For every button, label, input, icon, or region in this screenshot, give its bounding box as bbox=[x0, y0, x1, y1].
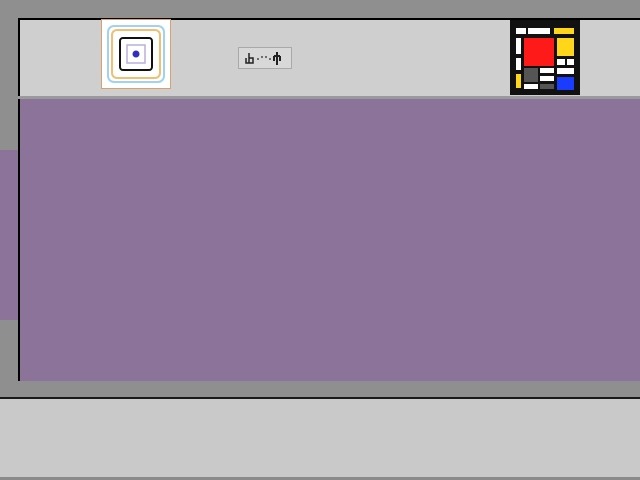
figure-dots-icon bbox=[245, 52, 281, 65]
target-icon bbox=[107, 25, 165, 83]
mondrian-grid-icon bbox=[510, 20, 580, 95]
bottom-frame bbox=[0, 381, 640, 398]
target-tool-button[interactable] bbox=[101, 19, 171, 89]
canvas-side-tab bbox=[0, 150, 20, 320]
drawing-canvas[interactable] bbox=[18, 99, 640, 381]
mondrian-tool-button[interactable] bbox=[510, 20, 580, 95]
bottom-panel bbox=[0, 399, 640, 477]
figure-dots-button[interactable] bbox=[238, 47, 292, 69]
window-top-frame bbox=[0, 0, 640, 18]
